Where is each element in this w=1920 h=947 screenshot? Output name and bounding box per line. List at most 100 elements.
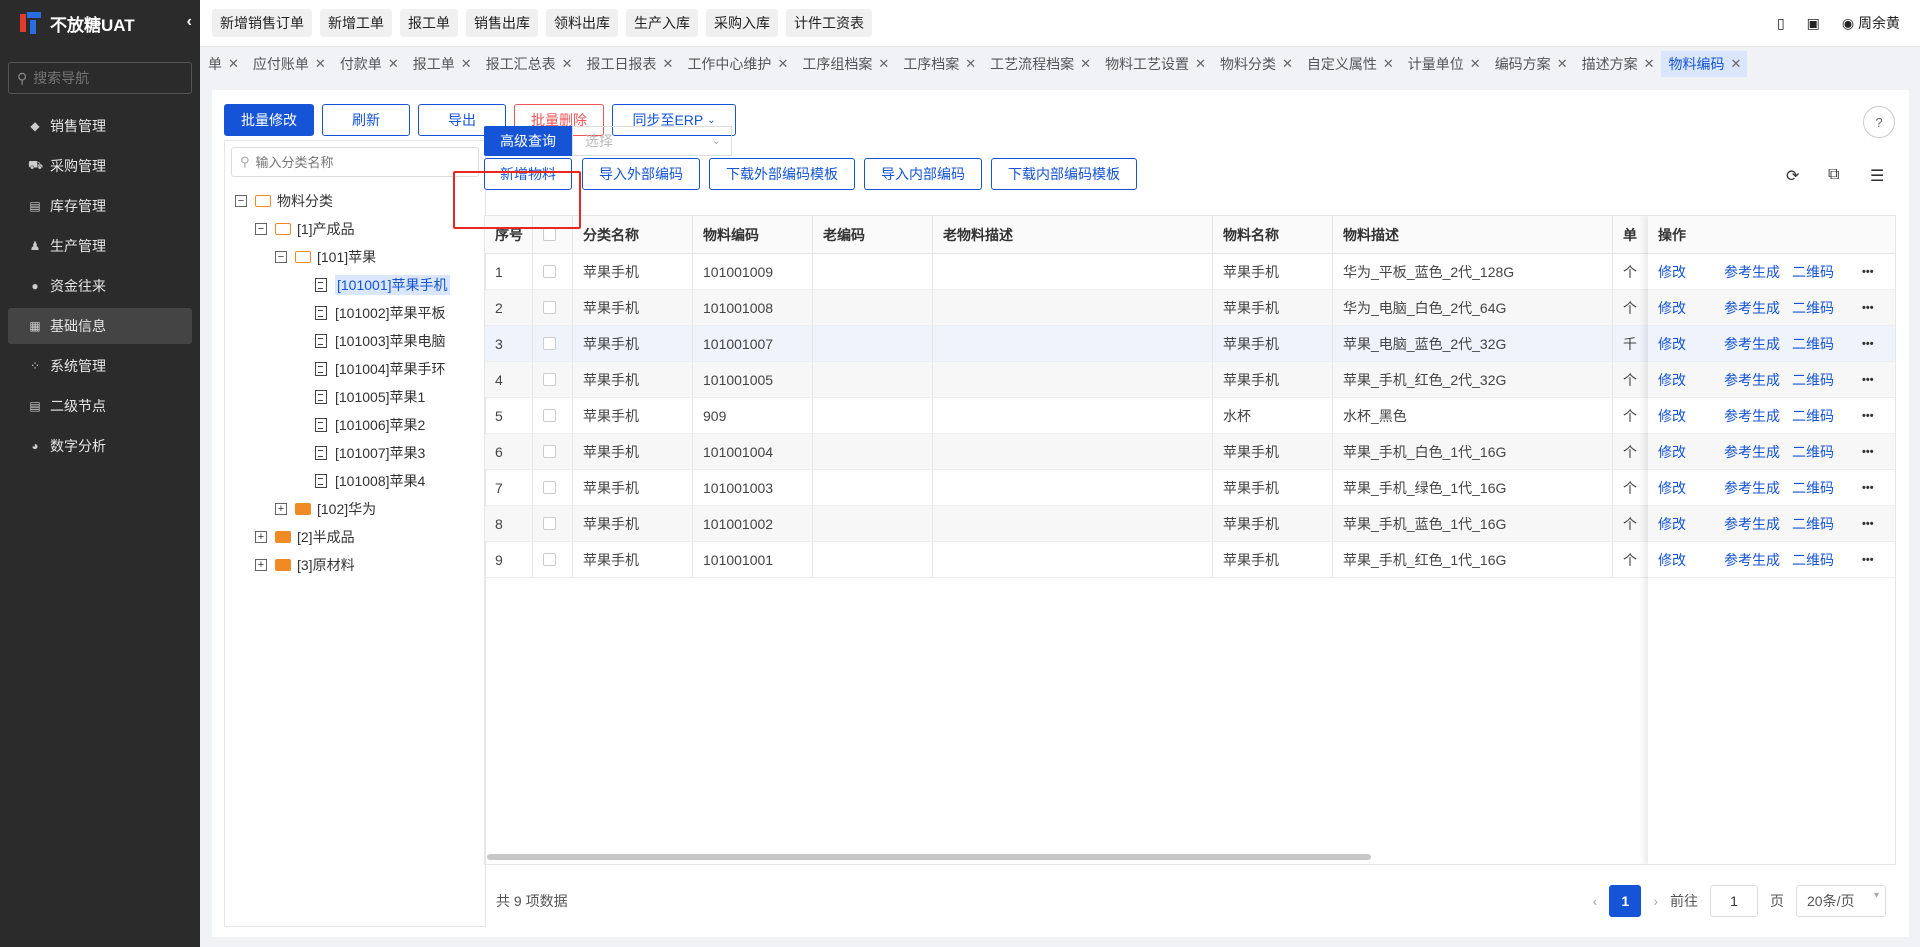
expand-icon[interactable]: + — [255, 531, 267, 543]
close-icon[interactable]: ✕ — [562, 56, 573, 72]
tab-12[interactable]: 自定义属性 ✕ — [1299, 51, 1400, 77]
refresh-button[interactable]: 刷新 — [322, 104, 410, 136]
sidebar-item-7[interactable]: ▤ 二级节点 — [8, 388, 192, 424]
reference-generate-link[interactable]: 参考生成 — [1724, 370, 1780, 390]
refresh-icon[interactable]: ⟳ — [1786, 166, 1799, 186]
tree-node[interactable]: [101001]苹果手机 — [315, 273, 450, 297]
sidebar-item-3[interactable]: ♟ 生产管理 — [8, 228, 192, 264]
mobile-icon[interactable]: ▯ — [1777, 15, 1785, 32]
table-cell[interactable] — [533, 542, 573, 577]
table-cell[interactable] — [533, 434, 573, 469]
close-icon[interactable]: ✕ — [228, 56, 239, 72]
reference-generate-link[interactable]: 参考生成 — [1724, 514, 1780, 534]
prev-page-icon[interactable]: ‹ — [1593, 893, 1598, 909]
more-icon[interactable]: ••• — [1862, 338, 1874, 350]
qrcode-link[interactable]: 二维码 — [1792, 442, 1834, 462]
row-checkbox[interactable] — [543, 265, 556, 278]
more-icon[interactable]: ••• — [1862, 482, 1874, 494]
tree-node[interactable]: [101002]苹果平板 — [315, 301, 446, 325]
edit-link[interactable]: 修改 — [1658, 442, 1686, 462]
quick-button-1[interactable]: 新增工单 — [320, 9, 392, 37]
tree-search-input[interactable] — [255, 154, 456, 170]
more-icon[interactable]: ••• — [1862, 302, 1874, 314]
sidebar-item-1[interactable]: ⛟ 采购管理 — [8, 148, 192, 184]
close-icon[interactable]: ✕ — [1080, 56, 1091, 72]
more-icon[interactable]: ••• — [1862, 518, 1874, 530]
tree-node[interactable]: − 物料分类 — [235, 189, 333, 213]
tree-node[interactable]: [101008]苹果4 — [315, 469, 425, 493]
image-icon[interactable]: ▣ — [1807, 15, 1820, 32]
advanced-query-button[interactable]: 高级查询 — [484, 126, 572, 156]
close-icon[interactable]: ✕ — [1731, 56, 1742, 72]
sidebar-item-2[interactable]: ▤ 库存管理 — [8, 188, 192, 224]
screenshot-icon[interactable]: ⧉ — [1828, 166, 1839, 184]
row-checkbox[interactable] — [543, 337, 556, 350]
download-external-template-button[interactable]: 下载外部编码模板 — [709, 158, 855, 190]
more-icon[interactable]: ••• — [1862, 266, 1874, 278]
reference-generate-link[interactable]: 参考生成 — [1724, 478, 1780, 498]
quick-button-4[interactable]: 领料出库 — [546, 9, 618, 37]
close-icon[interactable]: ✕ — [965, 56, 976, 72]
tab-2[interactable]: 付款单 ✕ — [332, 51, 405, 77]
page-size-select[interactable]: 20条/页 ▾ — [1796, 885, 1886, 917]
tab-16[interactable]: 物料编码 ✕ — [1660, 50, 1748, 77]
close-icon[interactable]: ✕ — [1557, 56, 1568, 72]
query-select[interactable]: 选择 ⌄ — [572, 126, 732, 156]
close-icon[interactable]: ✕ — [878, 56, 889, 72]
close-icon[interactable]: ✕ — [1470, 56, 1481, 72]
tab-14[interactable]: 编码方案 ✕ — [1487, 51, 1574, 77]
row-checkbox[interactable] — [543, 517, 556, 530]
import-external-code-button[interactable]: 导入外部编码 — [582, 158, 700, 190]
close-icon[interactable]: ✕ — [1282, 56, 1293, 72]
tab-11[interactable]: 物料分类 ✕ — [1212, 51, 1299, 77]
reference-generate-link[interactable]: 参考生成 — [1724, 406, 1780, 426]
tree-node[interactable]: − [101]苹果 — [275, 245, 376, 269]
close-icon[interactable]: ✕ — [1644, 56, 1655, 72]
close-icon[interactable]: ✕ — [315, 56, 326, 72]
reference-generate-link[interactable]: 参考生成 — [1724, 262, 1780, 282]
sidebar-item-5[interactable]: ▦ 基础信息 — [8, 308, 192, 344]
tab-10[interactable]: 物料工艺设置 ✕ — [1097, 51, 1212, 77]
tree-node[interactable]: [101006]苹果2 — [315, 413, 425, 437]
quick-button-3[interactable]: 销售出库 — [466, 9, 538, 37]
tree-node[interactable]: + [102]华为 — [275, 497, 376, 521]
quick-button-6[interactable]: 采购入库 — [706, 9, 778, 37]
chevron-left-icon[interactable]: ‹ — [187, 13, 192, 31]
close-icon[interactable]: ✕ — [461, 56, 472, 72]
edit-link[interactable]: 修改 — [1658, 334, 1686, 354]
tab-9[interactable]: 工艺流程档案 ✕ — [982, 51, 1097, 77]
settings-sliders-icon[interactable]: ☰ — [1870, 166, 1884, 186]
tab-15[interactable]: 描述方案 ✕ — [1574, 51, 1661, 77]
tree-node[interactable]: − [1]产成品 — [255, 217, 355, 241]
close-icon[interactable]: ✕ — [388, 56, 399, 72]
page-1-button[interactable]: 1 — [1609, 885, 1642, 917]
tab-5[interactable]: 报工日报表 ✕ — [579, 51, 680, 77]
more-icon[interactable]: ••• — [1862, 410, 1874, 422]
qrcode-link[interactable]: 二维码 — [1792, 406, 1834, 426]
table-cell[interactable] — [533, 362, 573, 397]
collapse-icon[interactable]: − — [275, 251, 287, 263]
close-icon[interactable]: ✕ — [663, 56, 674, 72]
tree-node[interactable]: + [2]半成品 — [255, 525, 355, 549]
quick-button-5[interactable]: 生产入库 — [626, 9, 698, 37]
nav-search[interactable]: ⚲ — [8, 62, 192, 94]
quick-button-2[interactable]: 报工单 — [400, 9, 458, 37]
qrcode-link[interactable]: 二维码 — [1792, 334, 1834, 354]
tab-13[interactable]: 计量单位 ✕ — [1400, 51, 1487, 77]
edit-link[interactable]: 修改 — [1658, 406, 1686, 426]
edit-link[interactable]: 修改 — [1658, 298, 1686, 318]
more-icon[interactable]: ••• — [1862, 374, 1874, 386]
tree-node[interactable]: [101003]苹果电脑 — [315, 329, 446, 353]
tab-6[interactable]: 工作中心维护 ✕ — [679, 51, 794, 77]
sidebar-item-4[interactable]: ● 资金往来 — [8, 268, 192, 304]
collapse-icon[interactable]: − — [255, 223, 267, 235]
qrcode-link[interactable]: 二维码 — [1792, 370, 1834, 390]
tab-3[interactable]: 报工单 ✕ — [405, 51, 478, 77]
table-cell[interactable] — [533, 290, 573, 325]
table-cell[interactable] — [533, 506, 573, 541]
expand-icon[interactable]: + — [255, 559, 267, 571]
sidebar-item-0[interactable]: ◆ 销售管理 — [8, 108, 192, 144]
table-cell[interactable] — [533, 254, 573, 289]
sidebar-item-6[interactable]: ⁘ 系统管理 — [8, 348, 192, 384]
table-cell[interactable] — [533, 470, 573, 505]
